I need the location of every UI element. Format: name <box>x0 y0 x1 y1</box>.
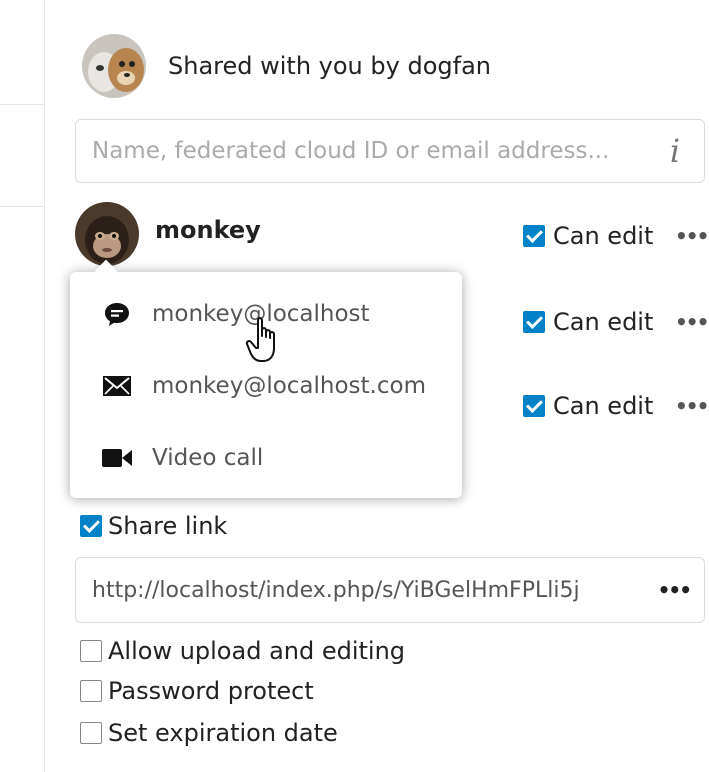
contact-menu-label: Video call <box>152 445 264 471</box>
more-options-icon[interactable]: ••• <box>675 224 709 248</box>
option-label: Password protect <box>108 677 314 705</box>
link-more-options-icon[interactable]: ••• <box>658 578 692 602</box>
contact-menu-item-email[interactable]: monkey@localhost.com <box>70 354 462 418</box>
shared-by-text: Shared with you by dogfan <box>168 52 491 80</box>
share-link-url-input[interactable] <box>90 576 648 604</box>
can-edit-checkbox[interactable] <box>523 395 545 417</box>
shared-by-row: Shared with you by dogfan <box>82 34 491 98</box>
share-link-toggle[interactable]: Share link <box>80 512 227 540</box>
can-edit-checkbox[interactable] <box>523 225 545 247</box>
info-icon[interactable]: i <box>660 132 690 170</box>
more-options-icon[interactable]: ••• <box>675 394 709 418</box>
can-edit-label: Can edit <box>553 392 654 420</box>
allow-upload-checkbox[interactable] <box>80 640 102 662</box>
rail-divider <box>0 206 44 207</box>
can-edit-checkbox[interactable] <box>523 311 545 333</box>
contact-menu-label: monkey@localhost.com <box>152 373 426 399</box>
can-edit-toggle[interactable]: Can edit <box>523 392 653 420</box>
share-search-input[interactable] <box>90 137 660 165</box>
contact-menu-item-talk[interactable]: monkey@localhost <box>70 282 462 346</box>
share-link-field[interactable]: ••• <box>75 557 705 623</box>
contact-menu-label: monkey@localhost <box>152 301 370 327</box>
option-allow-upload[interactable]: Allow upload and editing <box>80 637 405 665</box>
can-edit-toggle[interactable]: Can edit <box>523 222 653 250</box>
expiration-date-checkbox[interactable] <box>80 722 102 744</box>
dog-cat-avatar-icon <box>82 34 146 98</box>
sharee-name[interactable]: monkey <box>155 216 261 244</box>
mail-icon <box>100 369 134 403</box>
video-icon <box>100 441 134 475</box>
left-navigation-rail <box>0 0 45 772</box>
can-edit-label: Can edit <box>553 222 654 250</box>
password-protect-checkbox[interactable] <box>80 680 102 702</box>
contact-menu-item-video[interactable]: Video call <box>70 426 462 490</box>
option-password-protect[interactable]: Password protect <box>80 677 314 705</box>
option-label: Allow upload and editing <box>108 637 406 665</box>
share-link-label: Share link <box>108 512 228 540</box>
talk-bubble-icon <box>100 297 134 331</box>
option-label: Set expiration date <box>108 719 338 747</box>
share-search-field[interactable]: i <box>75 119 705 183</box>
sharee-row: monkey Can edit ••• <box>75 202 709 266</box>
can-edit-toggle[interactable]: Can edit <box>523 308 653 336</box>
monkey-avatar-icon <box>75 202 139 266</box>
option-expiration-date[interactable]: Set expiration date <box>80 719 338 747</box>
sharee-avatar[interactable] <box>75 202 139 266</box>
rail-divider <box>0 104 44 105</box>
share-link-checkbox[interactable] <box>80 515 102 537</box>
more-options-icon[interactable]: ••• <box>675 310 709 334</box>
can-edit-label: Can edit <box>553 308 654 336</box>
contact-menu-popover: monkey@localhost monkey@localhost.com Vi… <box>70 272 462 498</box>
owner-avatar[interactable] <box>82 34 146 98</box>
